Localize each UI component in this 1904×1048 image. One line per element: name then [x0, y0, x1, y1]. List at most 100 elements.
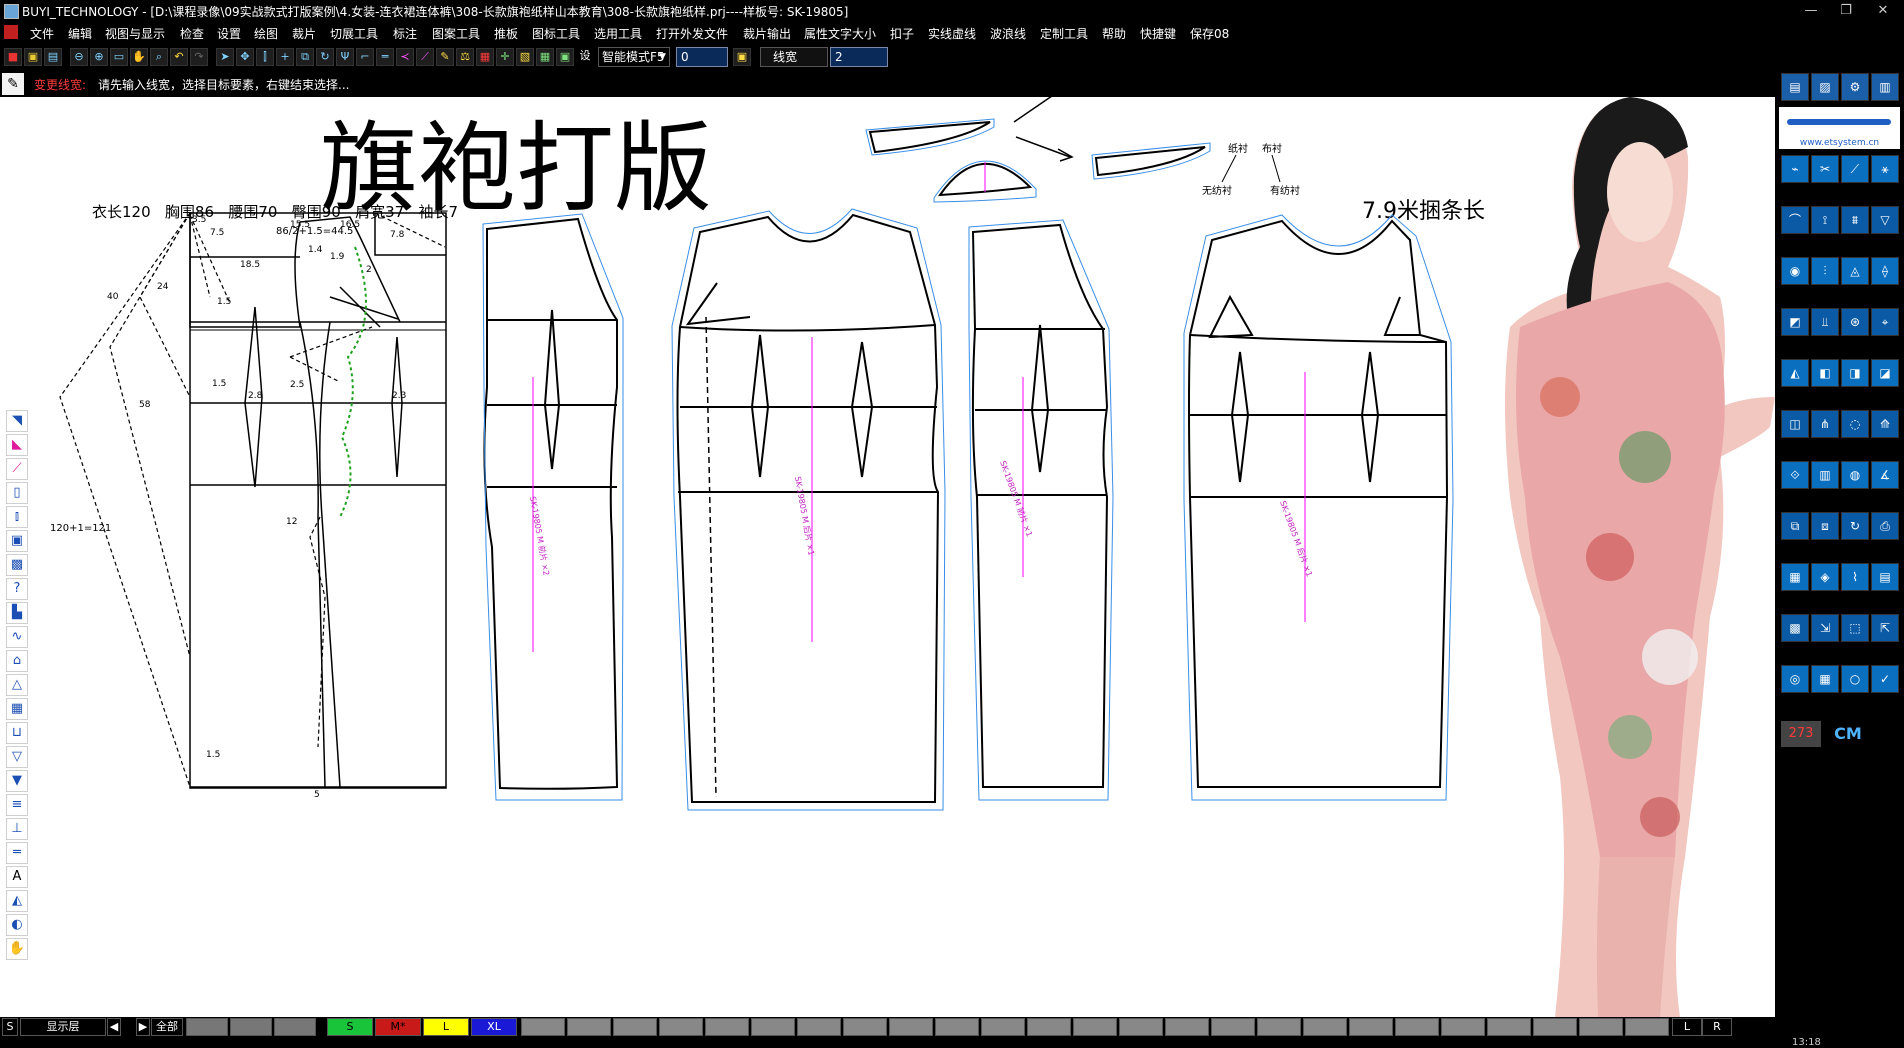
ruler-icon[interactable]: ⚹: [1871, 155, 1899, 183]
size-slot-empty[interactable]: [274, 1018, 316, 1036]
align-icon[interactable]: ⫿: [256, 48, 274, 66]
size-slot-empty[interactable]: [1625, 1018, 1669, 1036]
all-button[interactable]: 全部: [151, 1018, 183, 1036]
save-icon[interactable]: ▤: [44, 48, 62, 66]
hanger-icon[interactable]: ▽: [1871, 206, 1899, 234]
pattern-drawing[interactable]: 旗袍打版 衣长120 胸围86 腰围70 臀围90 肩宽37 袖长7 7.9米捆…: [0, 97, 1775, 1017]
front-neck-facing[interactable]: [933, 160, 1037, 203]
zoom-window-icon[interactable]: ⌕: [150, 48, 168, 66]
size-slot-empty[interactable]: [981, 1018, 1025, 1036]
panel-icon[interactable]: ▩: [1781, 614, 1809, 642]
layers-icon[interactable]: ▧: [516, 48, 534, 66]
size-slot-empty[interactable]: [567, 1018, 611, 1036]
needle-icon[interactable]: ⌁: [1781, 155, 1809, 183]
triangle-icon[interactable]: △: [6, 674, 28, 696]
measure-icon[interactable]: ∿: [6, 626, 28, 648]
size-slot-empty[interactable]: [1579, 1018, 1623, 1036]
gear-icon[interactable]: ⚙: [1841, 73, 1869, 101]
zip-icon[interactable]: ⋔: [1811, 410, 1839, 438]
size-slot-empty[interactable]: [1441, 1018, 1485, 1036]
size-slot-empty[interactable]: [659, 1018, 703, 1036]
menu-slash-spread[interactable]: 切展工具: [330, 25, 378, 42]
menu-icon-tools[interactable]: 图标工具: [532, 25, 580, 42]
angle-icon[interactable]: ∡: [1871, 461, 1899, 489]
move-icon[interactable]: ✥: [236, 48, 254, 66]
size-slot-empty[interactable]: [1349, 1018, 1393, 1036]
linewidth-input[interactable]: 2: [830, 47, 888, 67]
align-icon[interactable]: ≡: [6, 794, 28, 816]
shoe-icon[interactable]: ▙: [6, 602, 28, 624]
label-icon[interactable]: ⬚: [1841, 614, 1869, 642]
menu-piece-output[interactable]: 裁片输出: [743, 25, 791, 42]
size-M[interactable]: M*: [375, 1018, 421, 1036]
thread-icon[interactable]: ◥: [6, 410, 28, 432]
menu-grading[interactable]: 推板: [494, 25, 518, 42]
pattern-piece-back-1[interactable]: [482, 213, 624, 801]
rotate-icon[interactable]: ↻: [1841, 512, 1869, 540]
circle-icon[interactable]: ○: [1841, 665, 1869, 693]
dart-icon[interactable]: ◬: [1841, 257, 1869, 285]
pen-icon[interactable]: ⟋: [6, 458, 28, 480]
layer-next-button[interactable]: ▶: [136, 1018, 150, 1036]
left-marker[interactable]: L: [1672, 1018, 1702, 1036]
select-pointer-icon[interactable]: ➤: [216, 48, 234, 66]
size-slot-empty[interactable]: [613, 1018, 657, 1036]
size-slot-empty[interactable]: [1073, 1018, 1117, 1036]
knife-icon[interactable]: ◣: [6, 434, 28, 456]
scissors-icon[interactable]: ⟋: [1841, 155, 1869, 183]
hem-icon[interactable]: ⟰: [1871, 410, 1899, 438]
menu-open-external[interactable]: 打开外发文件: [656, 25, 728, 42]
rotate-icon[interactable]: ◐: [6, 914, 28, 936]
menu-settings[interactable]: 设置: [217, 25, 241, 42]
export-icon[interactable]: ⇱: [1871, 614, 1899, 642]
menu-wave-line[interactable]: 波浪线: [990, 25, 1026, 42]
check-icon[interactable]: ✓: [1871, 665, 1899, 693]
size-L[interactable]: L: [423, 1018, 469, 1036]
grid-icon[interactable]: ▦: [536, 48, 554, 66]
camera-icon[interactable]: ◎: [1781, 665, 1809, 693]
fit-view-icon[interactable]: ▭: [110, 48, 128, 66]
square-icon[interactable]: ▣: [6, 530, 28, 552]
cross-icon[interactable]: +: [276, 48, 294, 66]
hand-icon[interactable]: ✋: [6, 938, 28, 960]
size-slot-empty[interactable]: [751, 1018, 795, 1036]
trim-icon[interactable]: ⊥: [6, 818, 28, 840]
notch-icon[interactable]: ◭: [1781, 359, 1809, 387]
text-icon[interactable]: A: [6, 866, 28, 888]
menu-save08[interactable]: 保存08: [1190, 25, 1229, 42]
size-slot-empty[interactable]: [1533, 1018, 1577, 1036]
zoom-out-icon[interactable]: ⊖: [70, 48, 88, 66]
layer-prev-button[interactable]: ◀: [107, 1018, 121, 1036]
line-icon[interactable]: ⌐: [356, 48, 374, 66]
size-slot-empty[interactable]: [1395, 1018, 1439, 1036]
home-icon[interactable]: ⌂: [6, 650, 28, 672]
parallel-icon[interactable]: ═: [376, 48, 394, 66]
bezier-icon[interactable]: ⟋: [416, 48, 434, 66]
chart-icon[interactable]: ▦: [1781, 563, 1809, 591]
size-slot-empty[interactable]: [186, 1018, 228, 1036]
print-icon[interactable]: ⎙: [1871, 512, 1899, 540]
spiral-icon[interactable]: ⊛: [1841, 308, 1869, 336]
table-icon[interactable]: ▦: [1811, 665, 1839, 693]
zoom-in-icon[interactable]: ⊕: [90, 48, 108, 66]
menu-shortcuts[interactable]: 快捷键: [1140, 25, 1176, 42]
button-icon[interactable]: ◌: [1841, 410, 1869, 438]
menu-attr-text-size[interactable]: 属性文字大小: [804, 25, 876, 42]
undo-icon[interactable]: ↶: [170, 48, 188, 66]
copy-icon[interactable]: ⧉: [296, 48, 314, 66]
snap-icon[interactable]: ✛: [496, 48, 514, 66]
size-slot-empty[interactable]: [889, 1018, 933, 1036]
note-icon[interactable]: ◭: [6, 890, 28, 912]
stitch-icon[interactable]: ⩩: [1841, 206, 1869, 234]
pin-icon[interactable]: ◉: [1781, 257, 1809, 285]
square2-icon[interactable]: ▩: [6, 554, 28, 576]
size-S[interactable]: S: [327, 1018, 373, 1036]
menu-select-tools[interactable]: 选用工具: [594, 25, 642, 42]
size-icon[interactable]: ◈: [1811, 563, 1839, 591]
set-button[interactable]: 设: [576, 48, 594, 66]
trace-icon[interactable]: ⌇: [1841, 563, 1869, 591]
paste-icon[interactable]: ⧈: [1811, 512, 1839, 540]
fold-icon[interactable]: ⫶: [1811, 257, 1839, 285]
side-facing-piece[interactable]: [1091, 142, 1211, 180]
size-slot-empty[interactable]: [1165, 1018, 1209, 1036]
